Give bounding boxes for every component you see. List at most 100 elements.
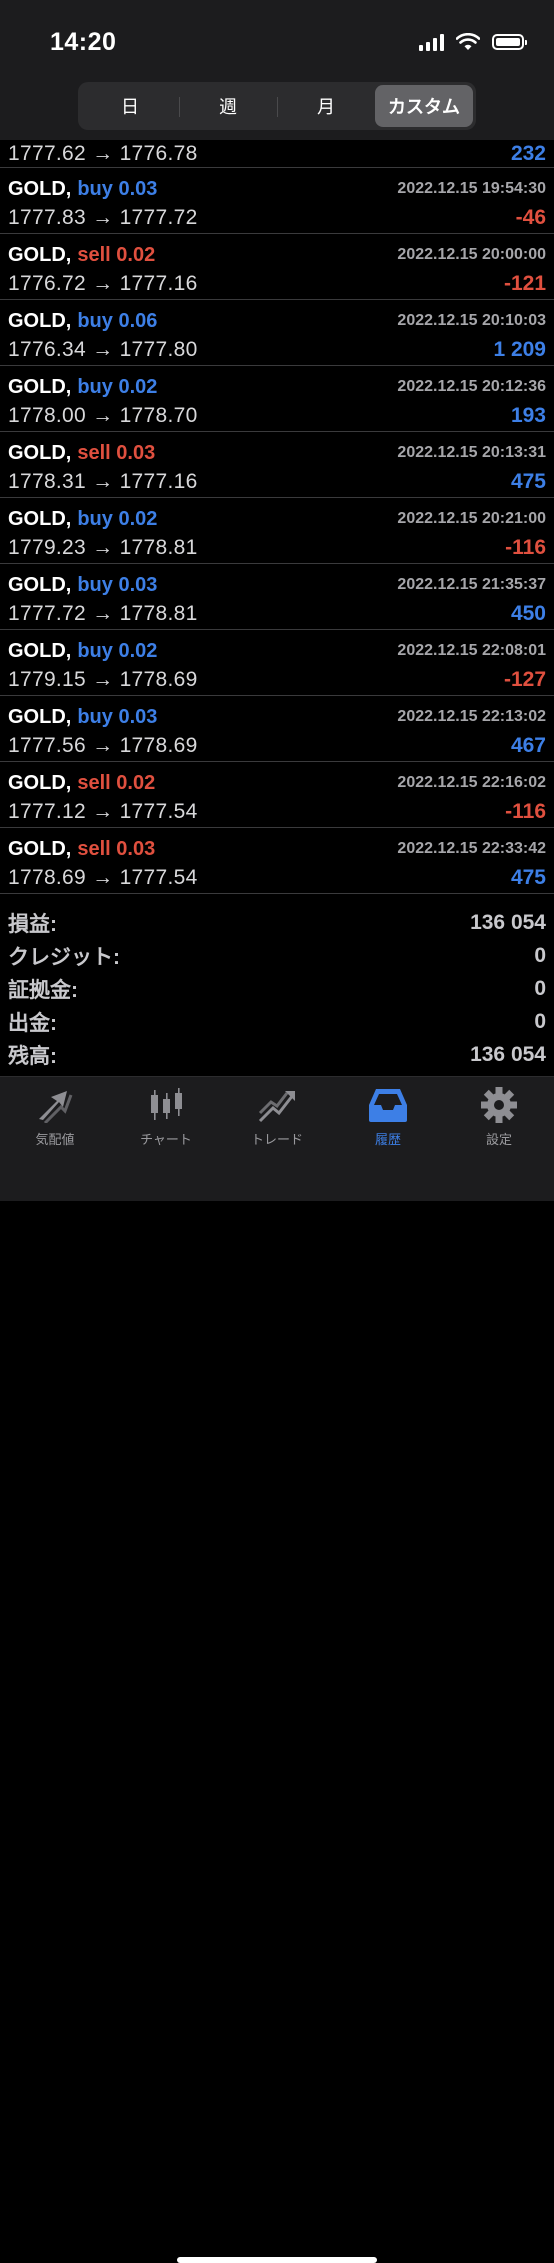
trade-trend-icon: [258, 1091, 295, 1123]
tab-label: チャート: [140, 1132, 192, 1147]
deal-symbol: GOLD,: [8, 573, 72, 596]
deal-side-volume: sell 0.02: [77, 243, 156, 266]
summary-row-withdrawal: 出金: 0: [0, 1005, 554, 1038]
deal-datetime: 2022.12.15 19:54:30: [397, 180, 546, 197]
deal-row[interactable]: GOLD, sell 0.02 2022.12.15 22:16:02 1777.12…: [0, 762, 554, 828]
period-segmented-control: 日 週 月 カスタム: [78, 82, 476, 130]
deal-datetime: 2022.12.15 22:16:02: [397, 774, 546, 791]
deal-symbol: GOLD,: [8, 507, 72, 530]
deal-profit: 193: [510, 404, 546, 427]
deal-side-volume: buy 0.02: [77, 507, 158, 530]
deal-datetime: 2022.12.15 22:08:01: [397, 642, 546, 659]
tab-quotes[interactable]: 気配値: [0, 1087, 110, 1157]
tab-label: 気配値: [35, 1132, 75, 1147]
segment-week[interactable]: 週: [179, 85, 277, 127]
tab-label: 設定: [485, 1132, 512, 1147]
deal-prices: 1778.69 → 1777.54: [8, 866, 198, 889]
deal-prices: 1777.62 → 1776.78: [8, 142, 198, 165]
deal-side-volume: buy 0.03: [77, 573, 158, 596]
summary-value: 0: [534, 976, 546, 1000]
deal-instrument: GOLD, buy 0.03: [8, 706, 157, 729]
deal-side-volume: sell 0.03: [77, 441, 156, 464]
deal-datetime: 2022.12.15 20:00:00: [397, 246, 546, 263]
summary-label: 損益:: [8, 912, 57, 936]
tab-history[interactable]: 履歴: [333, 1087, 443, 1157]
deal-row[interactable]: GOLD, buy 0.02 2022.12.15 22:08:01 1779.15 …: [0, 630, 554, 696]
deal-side-volume: sell 0.03: [77, 837, 156, 860]
segment-month[interactable]: 月: [277, 85, 375, 127]
deal-prices: 1776.72 → 1777.16: [8, 272, 198, 295]
history-inbox-icon: [369, 1089, 407, 1122]
deal-side-volume: sell 0.02: [77, 771, 156, 794]
deal-prices: 1777.72 → 1778.81: [8, 602, 198, 625]
deal-instrument: GOLD, sell 0.02: [8, 244, 155, 267]
deal-profit: 450: [510, 602, 546, 625]
deal-symbol: GOLD,: [8, 309, 72, 332]
deal-symbol: GOLD,: [8, 177, 72, 200]
deal-prices: 1777.56 → 1778.69: [8, 734, 198, 757]
header: 14:20 日 週 月 カスタム: [0, 0, 554, 140]
deal-profit: 467: [510, 734, 546, 757]
summary-row-balance: 残高: 136 054: [0, 1038, 554, 1071]
deal-row[interactable]: GOLD, sell 0.03 2022.12.15 20:13:31 1778.31…: [0, 432, 554, 498]
summary-label: 証拠金:: [8, 978, 78, 1002]
deal-datetime: 2022.12.15 20:13:31: [397, 444, 546, 461]
deal-row[interactable]: GOLD, sell 0.02 2022.12.15 20:00:00 1776.72…: [0, 234, 554, 300]
deal-datetime: 2022.12.15 20:10:03: [397, 312, 546, 329]
deal-side-volume: buy 0.02: [77, 639, 158, 662]
summary-value: 0: [534, 1009, 546, 1033]
summary-value: 136 054: [470, 910, 546, 934]
summary-label: 出金:: [8, 1011, 57, 1035]
tab-chart[interactable]: チャート: [111, 1087, 221, 1157]
deal-prices: 1777.12 → 1777.54: [8, 800, 198, 823]
deal-symbol: GOLD,: [8, 243, 72, 266]
cellular-signal-icon: [419, 33, 444, 51]
deal-prices: 1777.83 → 1777.72: [8, 206, 198, 229]
tab-settings[interactable]: 設定: [444, 1087, 554, 1157]
summary-row-profit: 損益: 136 054: [0, 906, 554, 939]
deal-datetime: 2022.12.15 21:35:37: [397, 576, 546, 593]
summary-block: 損益: 136 054 クレジット: 0 証拠金: 0 出金: 0 残高: 13…: [0, 906, 554, 1071]
deal-side-volume: buy 0.02: [77, 375, 158, 398]
status-icons: [419, 33, 527, 51]
deal-row[interactable]: GOLD, buy 0.03 2022.12.15 22:13:02 1777.56 …: [0, 696, 554, 762]
deal-side-volume: buy 0.03: [77, 705, 158, 728]
deal-profit: 232: [510, 142, 546, 165]
quotes-arrows-icon: [39, 1091, 73, 1123]
summary-label: 残高:: [8, 1044, 57, 1068]
deal-datetime: 2022.12.15 22:13:02: [397, 708, 546, 725]
status-time: 14:20: [50, 28, 117, 56]
summary-row-margin: 証拠金: 0: [0, 972, 554, 1005]
deal-row[interactable]: GOLD, buy 0.02 2022.12.15 20:12:36 1778.00 …: [0, 366, 554, 432]
tab-trade[interactable]: トレード: [222, 1087, 332, 1157]
deal-profit: 475: [510, 866, 546, 889]
deal-row-partial[interactable]: 1777.62 → 1776.78 232: [0, 140, 554, 168]
deal-profit: 1 209: [493, 338, 546, 361]
deal-row[interactable]: GOLD, sell 0.03 2022.12.15 22:33:42 1778.69…: [0, 828, 554, 894]
deal-prices: 1778.31 → 1777.16: [8, 470, 198, 493]
summary-value: 136 054: [470, 1042, 546, 1066]
segment-day[interactable]: 日: [81, 85, 179, 127]
tab-label: トレード: [250, 1132, 303, 1147]
deal-row[interactable]: GOLD, buy 0.03 2022.12.15 19:54:30 1777.83 …: [0, 168, 554, 234]
deal-instrument: GOLD, buy 0.02: [8, 508, 157, 531]
tab-bar: 気配値 チャート トレード 履歴 設定: [0, 1076, 554, 2263]
deal-profit: -121: [503, 272, 546, 295]
deal-instrument: GOLD, sell 0.03: [8, 838, 155, 861]
segment-custom[interactable]: カスタム: [375, 85, 473, 127]
deal-profit: -116: [505, 536, 546, 559]
deal-prices: 1778.00 → 1778.70: [8, 404, 198, 427]
deal-row[interactable]: GOLD, buy 0.03 2022.12.15 21:35:37 1777.72 …: [0, 564, 554, 630]
deal-prices: 1776.34 → 1777.80: [8, 338, 198, 361]
deal-side-volume: buy 0.03: [77, 177, 158, 200]
deal-datetime: 2022.12.15 22:33:42: [397, 840, 546, 857]
deal-symbol: GOLD,: [8, 771, 72, 794]
deal-symbol: GOLD,: [8, 441, 72, 464]
deal-instrument: GOLD, buy 0.03: [8, 178, 157, 201]
deal-instrument: GOLD, buy 0.03: [8, 574, 157, 597]
deal-prices: 1779.15 → 1778.69: [8, 668, 198, 691]
deal-row[interactable]: GOLD, buy 0.06 2022.12.15 20:10:03 1776.34 …: [0, 300, 554, 366]
battery-icon: [492, 34, 527, 50]
summary-row-credit: クレジット: 0: [0, 939, 554, 972]
deal-row[interactable]: GOLD, buy 0.02 2022.12.15 20:21:00 1779.23 …: [0, 498, 554, 564]
